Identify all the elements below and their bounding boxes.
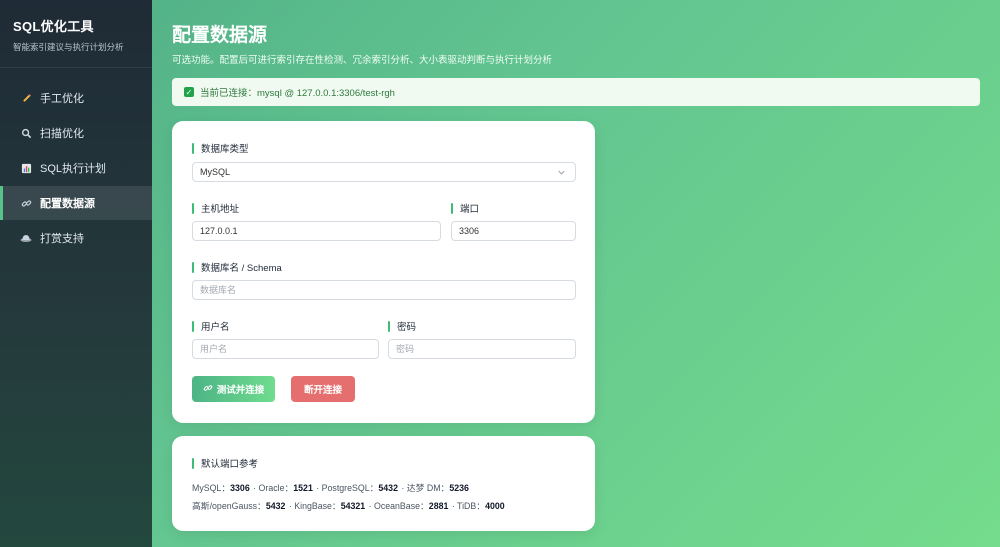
label-accent-bar xyxy=(192,261,194,273)
disconnect-button[interactable]: 断开连接 xyxy=(291,376,355,402)
ref-db-port: 2881 xyxy=(428,501,449,511)
label-accent-bar xyxy=(192,457,194,469)
label-accent-bar xyxy=(192,202,194,214)
connection-status-text: 当前已连接：mysql @ 127.0.0.1:3306/test-rgh xyxy=(200,88,395,99)
sidebar: SQL优化工具 智能索引建议与执行计划分析 手工优化 扫描优化 SQL执行计划 xyxy=(0,0,152,547)
sidebar-item-sql-plan[interactable]: SQL执行计划 xyxy=(0,151,152,185)
test-connect-button[interactable]: 测试并连接 xyxy=(192,376,275,402)
magnifier-icon xyxy=(19,128,33,139)
ref-db-port: 4000 xyxy=(485,501,505,511)
sidebar-item-manual-optimize[interactable]: 手工优化 xyxy=(0,81,152,115)
disconnect-label: 断开连接 xyxy=(303,385,342,396)
ref-db-name: OceanBase： xyxy=(374,501,429,511)
ref-db-port: 54321 xyxy=(340,501,366,511)
page-description: 可选功能。配置后可进行索引存在性检测、冗余索引分析、大小表驱动判断与执行计划分析 xyxy=(172,55,553,66)
bar-chart-icon xyxy=(19,163,33,174)
port-reference-card: 默认端口参考 MySQL：3306 · Oracle：1521 · Postgr… xyxy=(172,436,595,531)
ref-db-port: 5432 xyxy=(378,483,398,493)
host-input[interactable] xyxy=(192,221,441,241)
sidebar-item-donate[interactable]: 打赏支持 xyxy=(0,221,152,255)
port-reference-title: 默认端口参考 xyxy=(192,456,258,470)
password-label-text: 密码 xyxy=(397,322,417,333)
db-type-label-text: 数据库类型 xyxy=(201,144,249,155)
ref-separator: · xyxy=(250,483,259,493)
label-accent-bar xyxy=(388,320,390,332)
sidebar-item-datasource[interactable]: 配置数据源 xyxy=(0,186,152,220)
ref-separator: · xyxy=(398,483,407,493)
sidebar-item-label: 打赏支持 xyxy=(40,233,84,245)
ref-db-name: TiDB： xyxy=(457,501,486,511)
ref-db-port: 5432 xyxy=(265,501,286,511)
db-type-select[interactable]: MySQL xyxy=(192,162,576,182)
db-type-selected-value: MySQL xyxy=(200,167,231,177)
ref-db-name: MySQL： xyxy=(192,483,231,493)
app-subtitle: 智能索引建议与执行计划分析 xyxy=(13,42,124,52)
ref-db-name: Oracle： xyxy=(258,483,294,493)
dbname-input[interactable] xyxy=(192,280,576,300)
username-input[interactable] xyxy=(192,339,379,359)
port-reference-line-1: MySQL：3306 · Oracle：1521 · PostgreSQL：54… xyxy=(192,481,470,494)
ref-separator: · xyxy=(366,501,375,511)
sidebar-nav: 手工优化 扫描优化 SQL执行计划 配置数据源 打赏支持 xyxy=(0,81,152,255)
password-label: 密码 xyxy=(388,319,416,333)
ref-db-name: PostgreSQL： xyxy=(321,483,379,493)
dbname-label: 数据库名 / Schema xyxy=(192,260,282,274)
cap-icon xyxy=(19,233,33,244)
host-label-text: 主机地址 xyxy=(201,204,240,215)
ref-db-name: 达梦 DM： xyxy=(406,483,450,493)
ref-separator: · xyxy=(313,483,322,493)
sidebar-item-label: 扫描优化 xyxy=(40,128,84,140)
link-icon xyxy=(203,383,213,395)
link-icon xyxy=(19,198,33,209)
check-icon: ✓ xyxy=(184,87,194,97)
connection-status: ✓ 当前已连接：mysql @ 127.0.0.1:3306/test-rgh xyxy=(172,78,980,106)
page-title: 配置数据源 xyxy=(172,25,268,46)
username-label-text: 用户名 xyxy=(201,322,230,333)
pencil-icon xyxy=(19,93,33,104)
ref-db-port: 5236 xyxy=(449,483,469,493)
port-reference-title-text: 默认端口参考 xyxy=(201,459,259,470)
test-connect-label: 测试并连接 xyxy=(216,385,265,396)
sidebar-item-label: SQL执行计划 xyxy=(40,163,107,175)
ref-db-name: 高斯/openGauss： xyxy=(192,501,266,511)
db-type-label: 数据库类型 xyxy=(192,141,249,155)
label-accent-bar xyxy=(192,320,194,332)
sidebar-item-label: 配置数据源 xyxy=(40,198,95,210)
dbname-label-text: 数据库名 / Schema xyxy=(201,263,282,274)
username-label: 用户名 xyxy=(192,319,230,333)
sidebar-item-scan-optimize[interactable]: 扫描优化 xyxy=(0,116,152,150)
ref-db-port: 1521 xyxy=(293,483,313,493)
label-accent-bar xyxy=(192,142,194,154)
sidebar-item-label: 手工优化 xyxy=(40,93,84,105)
ref-db-name: KingBase： xyxy=(294,501,341,511)
port-input[interactable] xyxy=(451,221,576,241)
port-label-text: 端口 xyxy=(460,204,480,215)
host-label: 主机地址 xyxy=(192,201,239,215)
ref-separator: · xyxy=(449,501,458,511)
password-input[interactable] xyxy=(388,339,576,359)
app-title: SQL优化工具 xyxy=(13,19,94,34)
label-accent-bar xyxy=(451,202,453,214)
port-label: 端口 xyxy=(451,201,479,215)
brand: SQL优化工具 智能索引建议与执行计划分析 xyxy=(0,0,152,68)
port-reference-line-2: 高斯/openGauss：5432 · KingBase：54321 · Oce… xyxy=(192,499,506,512)
chevron-down-icon xyxy=(557,168,566,179)
ref-db-port: 3306 xyxy=(230,483,250,493)
datasource-form-card: 数据库类型 MySQL 主机地址 端口 数据库名 / Schema 用户名 xyxy=(172,121,595,423)
